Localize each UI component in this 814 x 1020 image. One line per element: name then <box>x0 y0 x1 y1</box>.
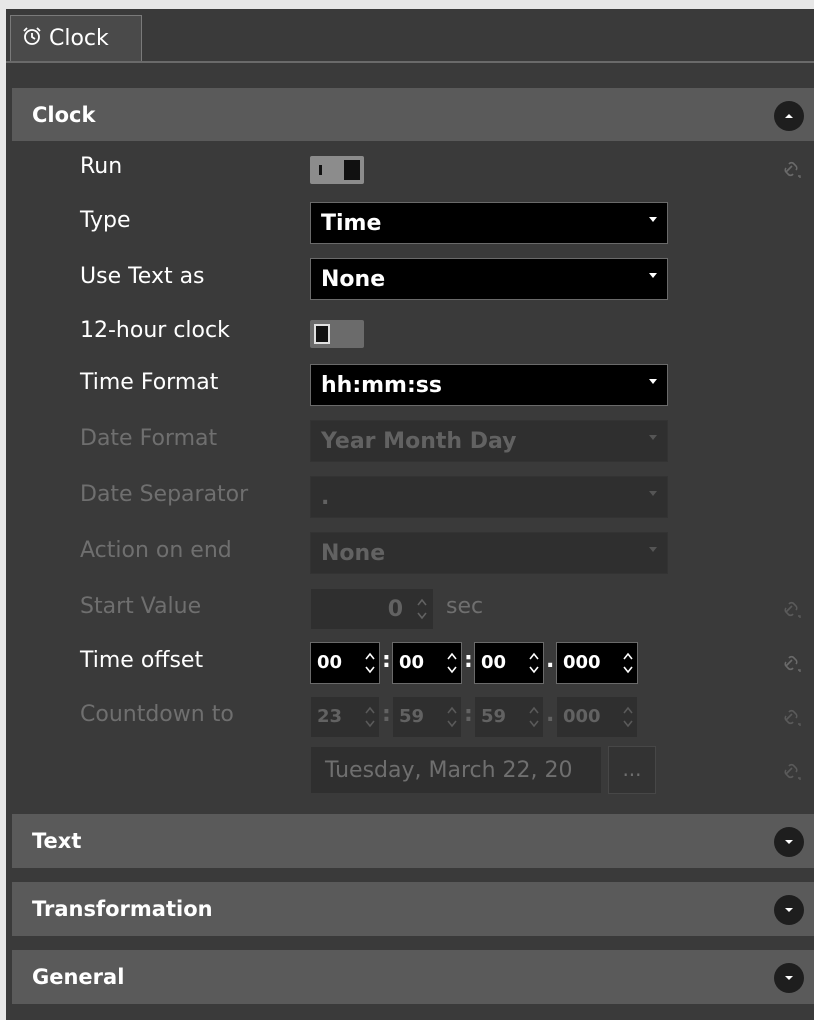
stepper-icon[interactable] <box>623 650 633 676</box>
section-title: Transformation <box>32 897 213 921</box>
link-icon[interactable] <box>780 706 802 728</box>
date-format-label: Date Format <box>80 426 218 451</box>
time-offset-hours[interactable]: 00 <box>310 642 380 684</box>
countdown-minutes[interactable]: 59 <box>392 696 462 738</box>
date-format-row: Date Format Year Month Day <box>12 418 814 464</box>
date-separator-row: Date Separator . <box>12 474 814 520</box>
tab-bar: Clock <box>6 9 814 63</box>
use-text-as-value: None <box>321 267 386 292</box>
start-value-text: 0 <box>387 597 403 622</box>
type-select[interactable]: Time <box>310 202 668 244</box>
countdown-date-input[interactable]: Tuesday, March 22, 20 <box>310 746 602 794</box>
time-format-value: hh:mm:ss <box>321 373 442 398</box>
stepper-icon[interactable] <box>447 704 457 730</box>
use-text-as-row: Use Text as None <box>12 256 814 302</box>
twelve-hour-toggle[interactable] <box>310 320 364 348</box>
time-offset-minutes[interactable]: 00 <box>392 642 462 684</box>
stepper-icon[interactable] <box>365 704 375 730</box>
stepper-icon[interactable] <box>365 650 375 676</box>
start-value-label: Start Value <box>80 594 202 619</box>
section-header-clock[interactable]: Clock <box>12 88 814 142</box>
expand-icon[interactable] <box>774 895 804 925</box>
tab-label: Clock <box>49 26 109 51</box>
chevron-down-icon <box>649 379 657 384</box>
chevron-down-icon <box>649 273 657 278</box>
time-format-row: Time Format hh:mm:ss <box>12 362 814 408</box>
chevron-down-icon <box>649 491 657 496</box>
section-title: Clock <box>32 103 96 127</box>
tab-clock[interactable]: Clock <box>10 15 142 61</box>
section-header-general[interactable]: General <box>12 950 814 1004</box>
stepper-icon[interactable] <box>447 650 457 676</box>
date-separator-value: . <box>321 485 330 510</box>
chevron-down-icon <box>649 547 657 552</box>
time-offset-seconds[interactable]: 00 <box>474 642 544 684</box>
date-separator-select[interactable]: . <box>310 476 668 518</box>
link-icon[interactable] <box>780 598 802 620</box>
section-header-transformation[interactable]: Transformation <box>12 882 814 936</box>
time-offset-milliseconds[interactable]: 000 <box>556 642 638 684</box>
chevron-down-icon <box>649 217 657 222</box>
window-edge-left <box>0 0 6 1020</box>
expand-icon[interactable] <box>774 827 804 857</box>
link-icon[interactable] <box>780 760 802 782</box>
type-label: Type <box>80 208 131 233</box>
stepper-icon[interactable] <box>417 596 427 622</box>
properties-panel: Clock Clock Run Type Time Use Text as No… <box>0 0 814 1020</box>
action-on-end-label: Action on end <box>80 538 232 563</box>
start-value-unit: sec <box>446 594 484 619</box>
start-value-row: Start Value 0 sec <box>12 586 814 632</box>
countdown-label: Countdown to <box>80 702 234 727</box>
run-row: Run <box>12 146 814 192</box>
collapse-icon[interactable] <box>774 101 804 131</box>
time-format-label: Time Format <box>80 370 219 395</box>
start-value-input[interactable]: 0 <box>310 588 434 630</box>
section-title: Text <box>32 829 82 853</box>
link-icon[interactable] <box>780 652 802 674</box>
type-row: Type Time <box>12 200 814 246</box>
stepper-icon[interactable] <box>529 704 539 730</box>
countdown-milliseconds[interactable]: 000 <box>556 696 638 738</box>
countdown-hours[interactable]: 23 <box>310 696 380 738</box>
section-header-text[interactable]: Text <box>12 814 814 868</box>
stepper-icon[interactable] <box>529 650 539 676</box>
link-icon[interactable] <box>780 158 802 180</box>
use-text-as-label: Use Text as <box>80 264 205 289</box>
action-on-end-select[interactable]: None <box>310 532 668 574</box>
action-on-end-value: None <box>321 541 386 566</box>
date-separator-label: Date Separator <box>80 482 249 507</box>
expand-icon[interactable] <box>774 963 804 993</box>
date-format-select[interactable]: Year Month Day <box>310 420 668 462</box>
twelve-hour-label: 12-hour clock <box>80 318 230 343</box>
date-format-value: Year Month Day <box>321 429 517 454</box>
run-toggle[interactable] <box>310 156 364 184</box>
window-edge <box>0 0 814 9</box>
chevron-down-icon <box>649 435 657 440</box>
use-text-as-select[interactable]: None <box>310 258 668 300</box>
time-offset-row: Time offset 00 : 00 : 00 . 000 <box>12 640 814 686</box>
alarm-clock-icon <box>21 25 43 53</box>
run-label: Run <box>80 154 123 179</box>
time-offset-label: Time offset <box>80 648 204 673</box>
type-value: Time <box>321 211 382 236</box>
section-title: General <box>32 965 125 989</box>
countdown-seconds[interactable]: 59 <box>474 696 544 738</box>
time-format-select[interactable]: hh:mm:ss <box>310 364 668 406</box>
countdown-date-row: Tuesday, March 22, 20 ... <box>12 744 814 796</box>
twelve-hour-row: 12-hour clock <box>12 310 814 356</box>
stepper-icon[interactable] <box>623 704 633 730</box>
countdown-row: Countdown to 23 : 59 : 59 . 000 <box>12 694 814 740</box>
action-on-end-row: Action on end None <box>12 530 814 576</box>
date-picker-button[interactable]: ... <box>608 746 656 794</box>
